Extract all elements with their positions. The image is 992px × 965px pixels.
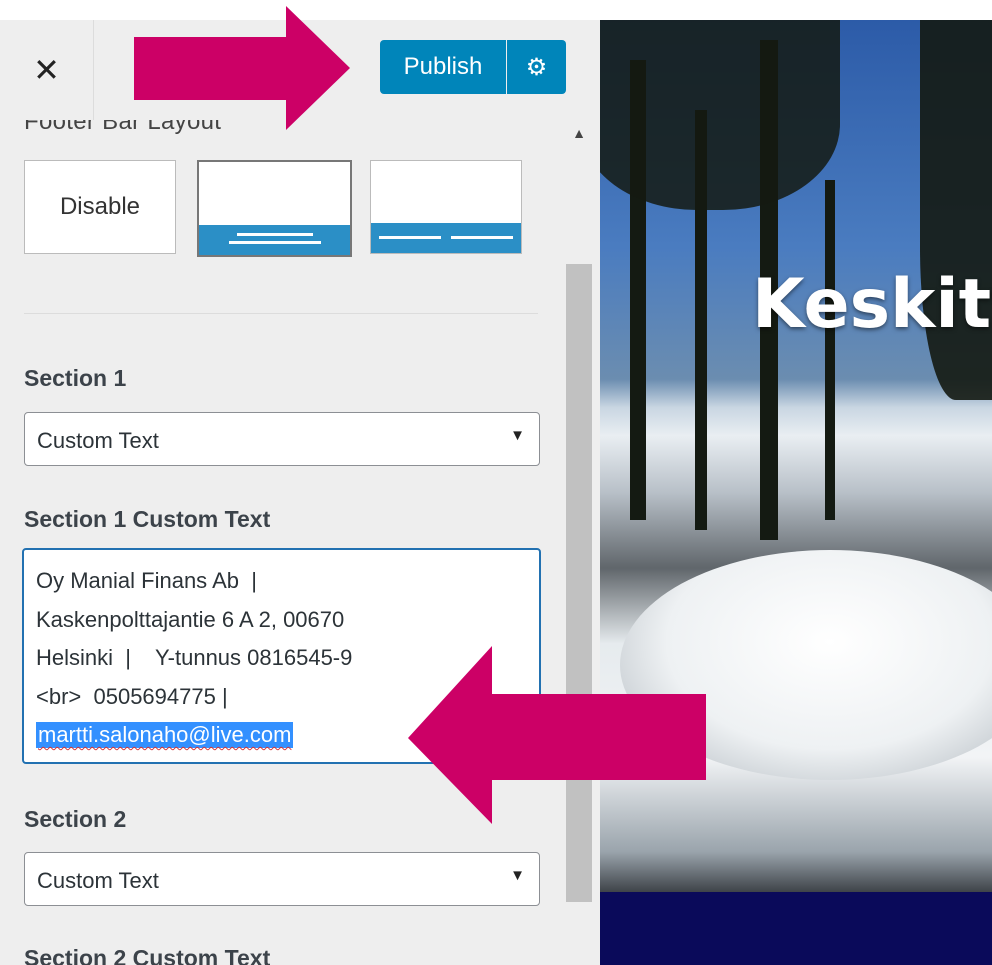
site-footer-bar xyxy=(600,892,992,965)
section-2-select-value: Custom Text xyxy=(37,868,159,893)
arrow-pointing-right-icon xyxy=(134,6,350,130)
layout-option-disable-label: Disable xyxy=(59,193,141,220)
layout-preview-bar xyxy=(199,225,350,255)
section-1-select-value: Custom Text xyxy=(37,428,159,453)
custom-text-line: Kaskenpolttajantie 6 A 2, 00670 xyxy=(36,606,345,632)
section-1-select[interactable]: Custom Text ▼ xyxy=(24,412,540,466)
selected-email-text: martti.salonaho@live.com xyxy=(36,722,294,748)
hero-heading: Keskity xyxy=(752,265,992,344)
layout-option-centered[interactable] xyxy=(197,160,352,257)
scroll-up-arrow-icon[interactable]: ▲ xyxy=(566,120,592,146)
chevron-down-icon: ▼ xyxy=(510,427,525,444)
layout-preview-line xyxy=(451,236,513,239)
publish-settings-button[interactable]: ⚙ xyxy=(507,40,566,94)
close-button[interactable]: ✕ xyxy=(0,20,94,120)
layout-option-disable[interactable]: Disable xyxy=(24,160,176,254)
custom-text-line: Oy Manial Finans Ab | xyxy=(36,568,257,593)
close-icon: ✕ xyxy=(33,52,60,88)
layout-preview-line xyxy=(229,241,321,244)
layout-option-split[interactable] xyxy=(370,160,522,254)
chevron-down-icon: ▼ xyxy=(510,867,525,884)
gear-icon: ⚙ xyxy=(525,53,548,81)
tree-canopy xyxy=(600,20,840,210)
section-1-custom-text-label: Section 1 Custom Text xyxy=(24,506,271,532)
layout-preview-line xyxy=(237,233,313,236)
publish-button[interactable]: Publish xyxy=(380,40,506,94)
section-2-label: Section 2 xyxy=(24,806,127,832)
section-2-select[interactable]: Custom Text ▼ xyxy=(24,852,540,906)
arrow-pointing-left-icon xyxy=(408,646,706,824)
section-2-custom-text-label: Section 2 Custom Text xyxy=(24,945,271,965)
layout-preview-bar xyxy=(371,223,521,253)
tree-trunk xyxy=(825,180,835,520)
section-1-label: Section 1 xyxy=(24,365,127,391)
scrollbar[interactable]: ▲ xyxy=(566,120,592,965)
divider xyxy=(24,313,538,314)
layout-preview-line xyxy=(379,236,441,239)
